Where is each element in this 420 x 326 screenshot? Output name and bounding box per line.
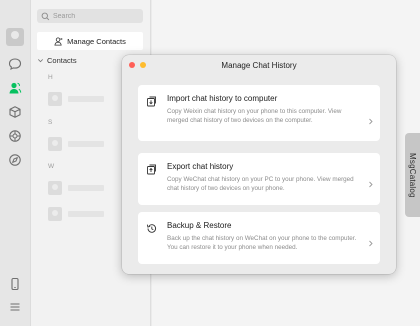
manage-contacts-icon: [54, 36, 63, 46]
manage-contacts-label: Manage Contacts: [67, 36, 126, 46]
menu-icon[interactable]: [8, 300, 22, 314]
import-chat-history-option[interactable]: Import chat history to computer Copy Wei…: [138, 85, 380, 141]
avatar: [48, 137, 62, 151]
index-letter: W: [48, 163, 55, 170]
search-icon: [41, 12, 50, 20]
discover-compass-icon[interactable]: [8, 153, 22, 167]
chevron-right-icon: [367, 234, 374, 247]
export-chat-history-option[interactable]: Export chat history Copy WeChat chat his…: [138, 153, 380, 205]
msg-catalog-label: MsgCatalog: [408, 152, 417, 198]
chevron-down-icon: [38, 58, 43, 62]
manage-chat-history-dialog: Manage Chat History Import chat history …: [122, 55, 396, 274]
option-title: Import chat history to computer: [167, 94, 278, 103]
avatar: [48, 92, 62, 106]
contacts-icon[interactable]: [8, 81, 22, 95]
phone-icon[interactable]: [8, 277, 22, 291]
search-box[interactable]: [37, 9, 143, 23]
contact-name-placeholder: [68, 96, 104, 102]
option-description: Back up the chat history on WeChat on yo…: [167, 235, 357, 251]
avatar: [48, 207, 62, 221]
dialog-title: Manage Chat History: [221, 61, 297, 70]
export-icon: [146, 162, 157, 175]
contact-name-placeholder: [68, 141, 104, 147]
option-description: Copy WeChat chat history on your PC to y…: [167, 176, 354, 192]
history-restore-icon: [146, 221, 157, 233]
chevron-right-icon: [367, 112, 374, 125]
msg-catalog-tab[interactable]: MsgCatalog: [405, 133, 420, 217]
app-window: Manage Contacts Contacts H S W Manage Ch…: [0, 0, 420, 326]
contacts-section-label: Contacts: [47, 55, 77, 65]
option-title: Backup & Restore: [167, 221, 232, 230]
index-letter: S: [48, 119, 53, 126]
avatar: [48, 181, 62, 195]
nav-rail: [0, 0, 31, 326]
contact-name-placeholder: [68, 211, 104, 217]
backup-restore-option[interactable]: Backup & Restore Back up the chat histor…: [138, 212, 380, 264]
moments-icon[interactable]: [8, 129, 22, 143]
favorites-box-icon[interactable]: [8, 105, 22, 119]
option-description: Copy Weixin chat history on your phone t…: [167, 108, 342, 124]
chat-icon[interactable]: [8, 57, 22, 71]
manage-contacts-button[interactable]: Manage Contacts: [37, 32, 143, 50]
user-avatar[interactable]: [6, 28, 24, 46]
chevron-right-icon: [367, 175, 374, 188]
option-title: Export chat history: [167, 162, 234, 171]
index-letter: H: [48, 74, 53, 81]
contacts-section-header[interactable]: Contacts: [37, 55, 77, 65]
search-input[interactable]: [53, 12, 141, 20]
contact-name-placeholder: [68, 185, 104, 191]
import-icon: [146, 94, 157, 107]
